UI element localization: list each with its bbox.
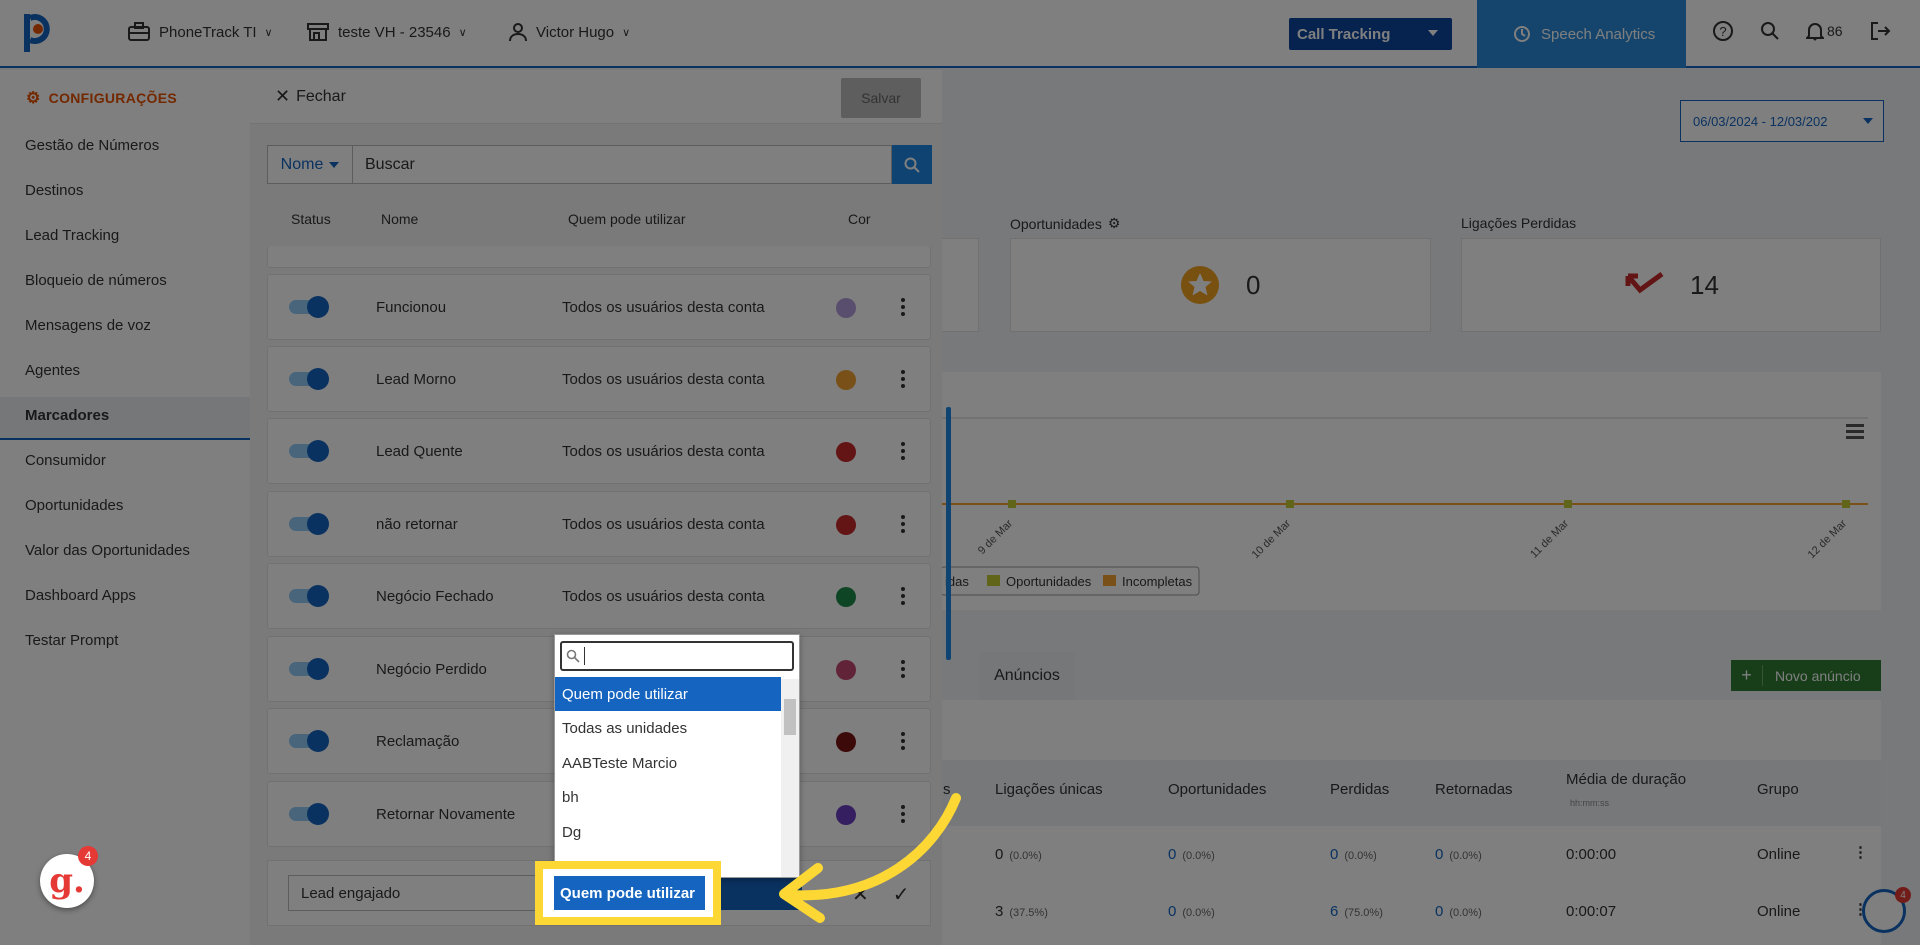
dropdown-search-input[interactable] (560, 641, 794, 671)
dropdown-option[interactable]: Dg (555, 815, 781, 849)
dropdown-option[interactable]: Quem pode utilizar (555, 677, 781, 711)
dropdown-option[interactable]: bh (555, 780, 781, 814)
pointer-arrow-icon (779, 793, 961, 923)
dropdown-option[interactable]: Todas as unidades (555, 711, 781, 745)
text-cursor (584, 647, 585, 665)
who-can-use-select[interactable]: Quem pode utilizar (554, 876, 705, 910)
g-chat-badge: 4 (78, 846, 98, 866)
dropdown-option[interactable]: AABTeste Marcio (555, 746, 781, 780)
search-icon (566, 649, 580, 663)
